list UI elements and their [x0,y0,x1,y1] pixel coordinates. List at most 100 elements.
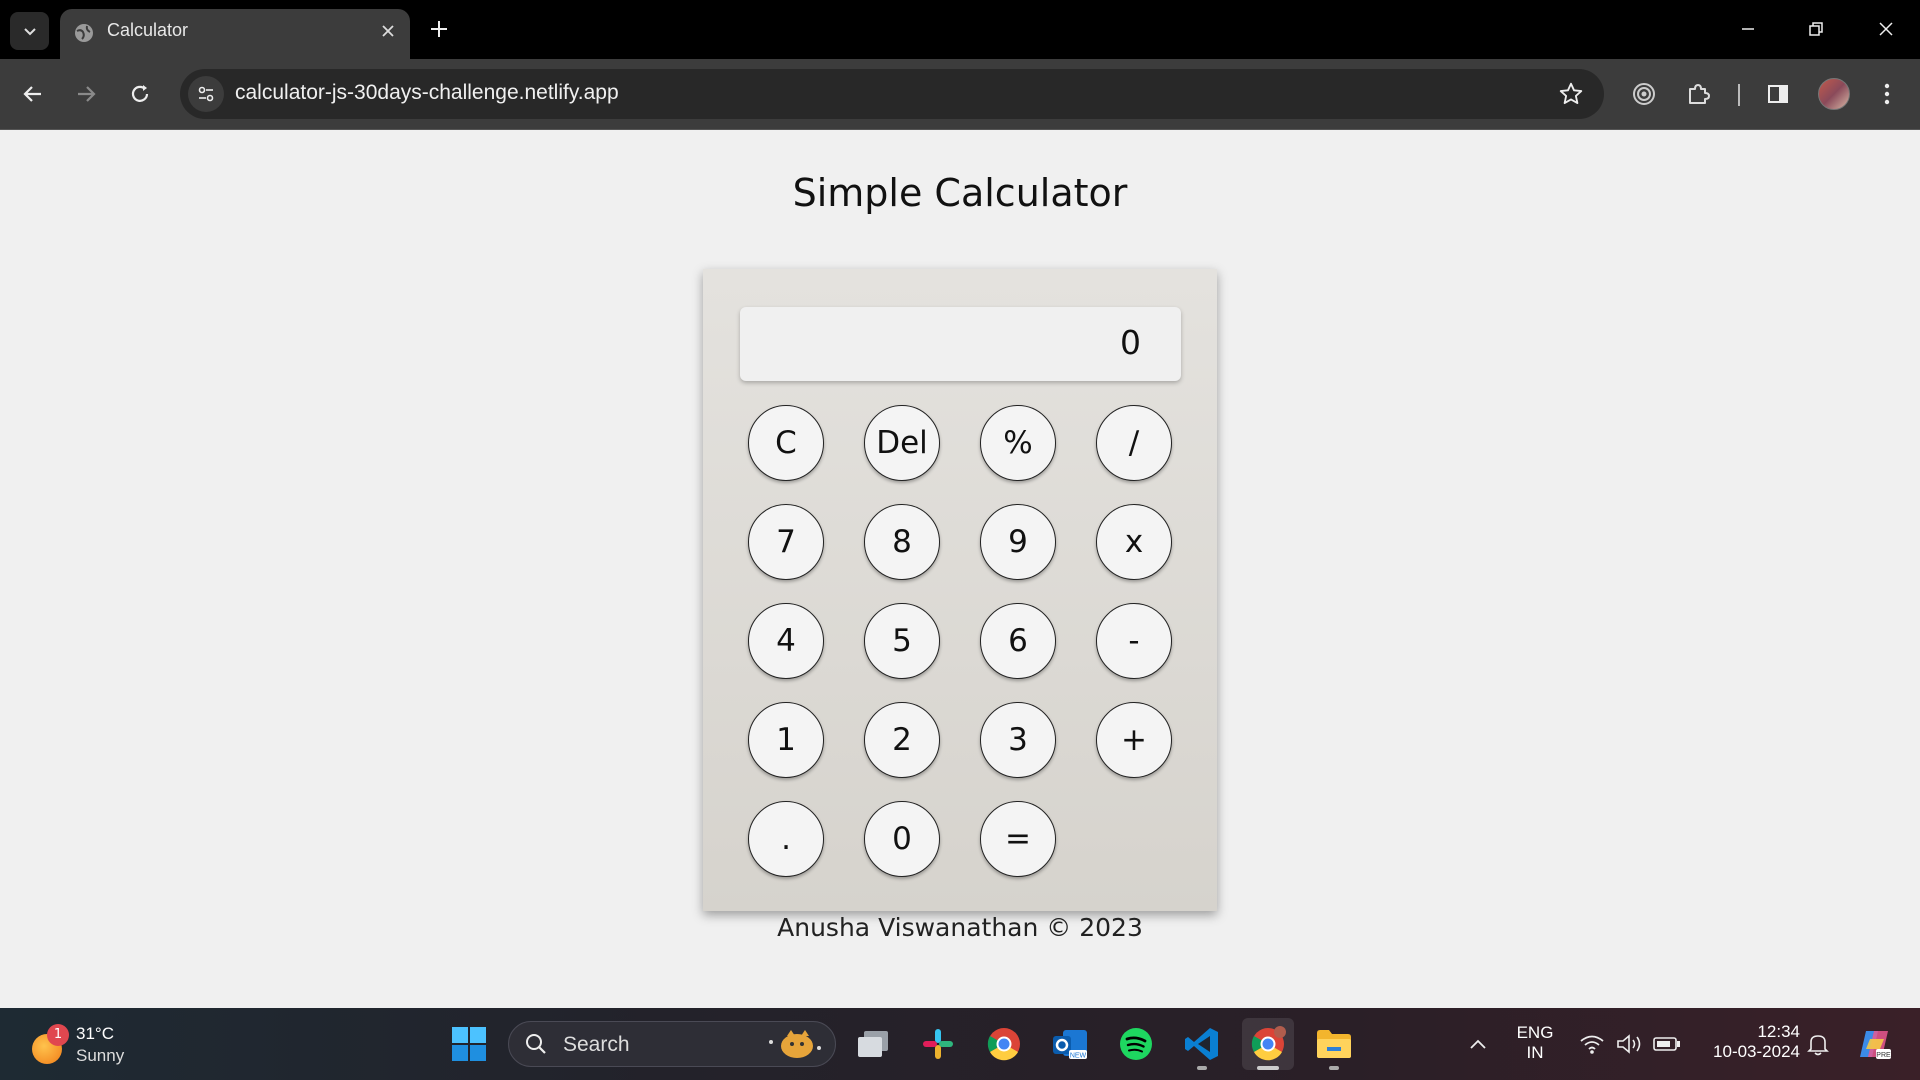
taskbar-search[interactable]: Search [508,1021,836,1067]
start-button[interactable] [443,1018,495,1070]
vscode-app[interactable] [1176,1018,1228,1070]
outlook-app[interactable]: NEW [1044,1018,1096,1070]
search-icon [526,1034,546,1054]
percent-button[interactable]: % [980,405,1056,481]
tab-calculator[interactable]: Calculator [60,9,410,59]
slack-icon [923,1029,953,1059]
svg-text:PRE: PRE [1876,1052,1891,1059]
chevron-down-icon [23,28,36,36]
slack-app[interactable] [912,1018,964,1070]
key-3-button[interactable]: 3 [980,702,1056,778]
key-5-button[interactable]: 5 [864,603,940,679]
address-bar[interactable]: calculator-js-30days-challenge.netlify.a… [180,69,1604,119]
page-title: Simple Calculator [792,171,1128,215]
clear-button[interactable]: C [748,405,824,481]
task-view-button[interactable] [847,1018,899,1070]
weather-condition: Sunny [76,1046,125,1065]
clock[interactable]: 12:34 10-03-2024 [1692,1022,1800,1062]
decimal-button[interactable]: . [748,801,824,877]
key-2-button[interactable]: 2 [864,702,940,778]
multiply-button[interactable]: x [1096,504,1172,580]
side-panel-button[interactable] [1760,76,1796,112]
spotify-icon [1120,1028,1152,1060]
profile-avatar[interactable] [1818,78,1850,110]
search-highlight-icon [769,1030,821,1058]
copilot-button[interactable]: PRE [1848,1018,1900,1070]
new-tab-button[interactable] [424,14,454,44]
clock-date: 10-03-2024 [1713,1042,1800,1061]
tab-bar: Calculator [0,0,1920,59]
key-0-button[interactable]: 0 [864,801,940,877]
divide-button[interactable]: / [1096,405,1172,481]
extension-icon [1633,83,1655,105]
region-code: IN [1526,1043,1544,1062]
toolbar-divider [1738,84,1740,106]
forward-icon [78,86,96,102]
equals-button[interactable]: = [980,801,1056,877]
notification-badge: 1 [47,1024,69,1046]
key-1-button[interactable]: 1 [748,702,824,778]
key-7-button[interactable]: 7 [748,504,824,580]
key-8-button[interactable]: 8 [864,504,940,580]
site-info-button[interactable] [188,76,224,112]
extension-button[interactable] [1626,76,1662,112]
close-window-button[interactable] [1866,12,1906,46]
bookmark-button[interactable] [1558,81,1584,111]
web-page: Simple Calculator 0 C Del % / 7 8 9 x 4 … [0,131,1920,1008]
vscode-running-indicator [1197,1066,1207,1070]
browser-menu-button[interactable] [1869,76,1905,112]
network-volume-battery[interactable] [1570,1018,1690,1070]
task-view-icon [858,1031,888,1057]
chrome-profile-app[interactable] [1242,1018,1294,1070]
clock-time: 12:34 [1757,1022,1800,1041]
plus-icon [431,21,447,37]
site-settings-icon [198,86,214,102]
volume-icon [1617,1034,1641,1054]
page-footer: Anusha Viswanathan © 2023 [777,913,1143,942]
svg-text:NEW: NEW [1070,1053,1087,1060]
subtract-button[interactable]: - [1096,603,1172,679]
restore-button[interactable] [1796,12,1836,46]
copilot-icon: PRE [1860,1031,1891,1059]
windows-taskbar: 1 31°C Sunny Search NEW ENG IN 12:34 10-… [0,1008,1920,1080]
minimize-button[interactable] [1728,12,1768,46]
chrome-app[interactable] [978,1018,1030,1070]
browser-toolbar: calculator-js-30days-challenge.netlify.a… [0,59,1920,130]
notifications-button[interactable] [1792,1018,1844,1070]
extensions-menu-button[interactable] [1681,76,1717,112]
explorer-running-indicator [1329,1066,1339,1070]
reload-button[interactable] [122,76,158,112]
file-explorer-icon [1317,1030,1351,1058]
reload-icon [131,85,149,102]
star-icon [1559,82,1583,105]
restore-icon [1809,22,1823,36]
add-button[interactable]: + [1096,702,1172,778]
more-icon [1884,83,1890,105]
close-icon [382,25,394,37]
spotify-app[interactable] [1110,1018,1162,1070]
chrome-active-indicator [1257,1066,1279,1070]
side-panel-icon [1768,85,1788,103]
forward-button[interactable] [68,76,104,112]
language-indicator[interactable]: ENG IN [1508,1023,1562,1063]
battery-icon [1653,1037,1680,1051]
delete-button[interactable]: Del [864,405,940,481]
tab-search-button[interactable] [10,12,49,50]
close-icon [1879,22,1893,36]
key-4-button[interactable]: 4 [748,603,824,679]
show-hidden-icons-button[interactable] [1452,1018,1504,1070]
url-text[interactable]: calculator-js-30days-challenge.netlify.a… [235,81,619,105]
language-code: ENG [1516,1023,1554,1042]
back-button[interactable] [15,76,51,112]
puzzle-icon [1689,84,1710,104]
vscode-icon [1185,1028,1218,1060]
close-tab-button[interactable] [376,19,400,43]
key-9-button[interactable]: 9 [980,504,1056,580]
key-6-button[interactable]: 6 [980,603,1056,679]
calculator-display: 0 [740,307,1181,381]
weather-temp: 31°C [76,1024,114,1043]
weather-widget[interactable]: 1 31°C Sunny [28,1020,158,1068]
chrome-icon [987,1028,1020,1061]
file-explorer-app[interactable] [1308,1018,1360,1070]
globe-icon [75,24,93,42]
